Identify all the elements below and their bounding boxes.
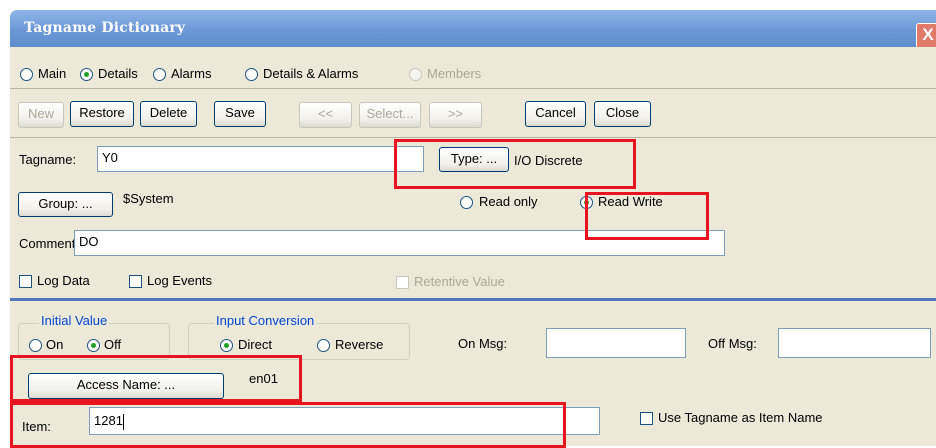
tab-alarms[interactable]: Alarms — [171, 66, 211, 81]
read-only-radio[interactable] — [460, 196, 473, 209]
prev-button: << — [299, 102, 352, 128]
divider — [10, 88, 936, 89]
log-events-label[interactable]: Log Events — [147, 273, 212, 288]
window-title: Tagname Dictionary — [24, 20, 186, 36]
annotation-accessname-box — [10, 355, 302, 402]
direct-radio[interactable] — [220, 339, 233, 352]
divider — [10, 137, 936, 138]
initial-on-radio[interactable] — [29, 339, 42, 352]
next-button: >> — [429, 102, 482, 128]
tab-details-radio[interactable] — [80, 68, 93, 81]
log-events-checkbox[interactable] — [129, 275, 142, 288]
retentive-label: Retentive Value — [414, 274, 505, 289]
log-data-checkbox[interactable] — [19, 275, 32, 288]
annotation-readwrite-box — [585, 192, 709, 240]
input-conversion-legend: Input Conversion — [214, 313, 317, 328]
annotation-type-box — [394, 139, 636, 189]
section-divider — [10, 298, 936, 301]
use-tagname-checkbox[interactable] — [640, 412, 653, 425]
initial-on-label[interactable]: On — [46, 337, 63, 352]
tab-members: Members — [427, 66, 482, 81]
title-bar[interactable]: Tagname Dictionary X — [10, 10, 936, 49]
tab-details[interactable]: Details — [98, 66, 138, 81]
select-button: Select... — [359, 102, 421, 128]
tab-alarms-radio[interactable] — [153, 68, 166, 81]
on-msg-input[interactable] — [546, 328, 686, 358]
group-value: $System — [123, 191, 174, 206]
initial-value-legend: Initial Value — [39, 313, 110, 328]
tagname-label: Tagname: — [19, 152, 77, 167]
save-button[interactable]: Save — [214, 101, 266, 127]
group-button[interactable]: Group: ... — [18, 192, 113, 217]
tab-main[interactable]: Main — [38, 66, 66, 81]
new-button: New — [18, 102, 64, 128]
direct-label[interactable]: Direct — [238, 337, 272, 352]
read-only-label[interactable]: Read only — [479, 194, 538, 209]
log-data-label[interactable]: Log Data — [37, 273, 90, 288]
tab-main-radio[interactable] — [20, 68, 33, 81]
reverse-radio[interactable] — [317, 339, 330, 352]
use-tagname-label[interactable]: Use Tagname as Item Name — [658, 410, 823, 425]
reverse-label[interactable]: Reverse — [335, 337, 383, 352]
off-msg-label: Off Msg: — [708, 336, 757, 351]
initial-off-label[interactable]: Off — [104, 337, 121, 352]
close-icon[interactable]: X — [916, 23, 936, 49]
tab-details-alarms[interactable]: Details & Alarms — [263, 66, 358, 81]
off-msg-input[interactable] — [778, 328, 931, 358]
on-msg-label: On Msg: — [458, 336, 508, 351]
delete-button[interactable]: Delete — [140, 101, 197, 127]
tagname-input[interactable]: Y0 — [97, 146, 424, 172]
restore-button[interactable]: Restore — [70, 101, 134, 127]
retentive-checkbox — [396, 276, 409, 289]
close-button[interactable]: Close — [594, 101, 651, 127]
comment-label: Comment: — [19, 236, 79, 251]
initial-off-radio[interactable] — [87, 339, 100, 352]
annotation-item-box — [10, 402, 566, 448]
tab-details-alarms-radio[interactable] — [245, 68, 258, 81]
cancel-button[interactable]: Cancel — [525, 101, 586, 127]
tab-members-radio — [409, 68, 422, 81]
